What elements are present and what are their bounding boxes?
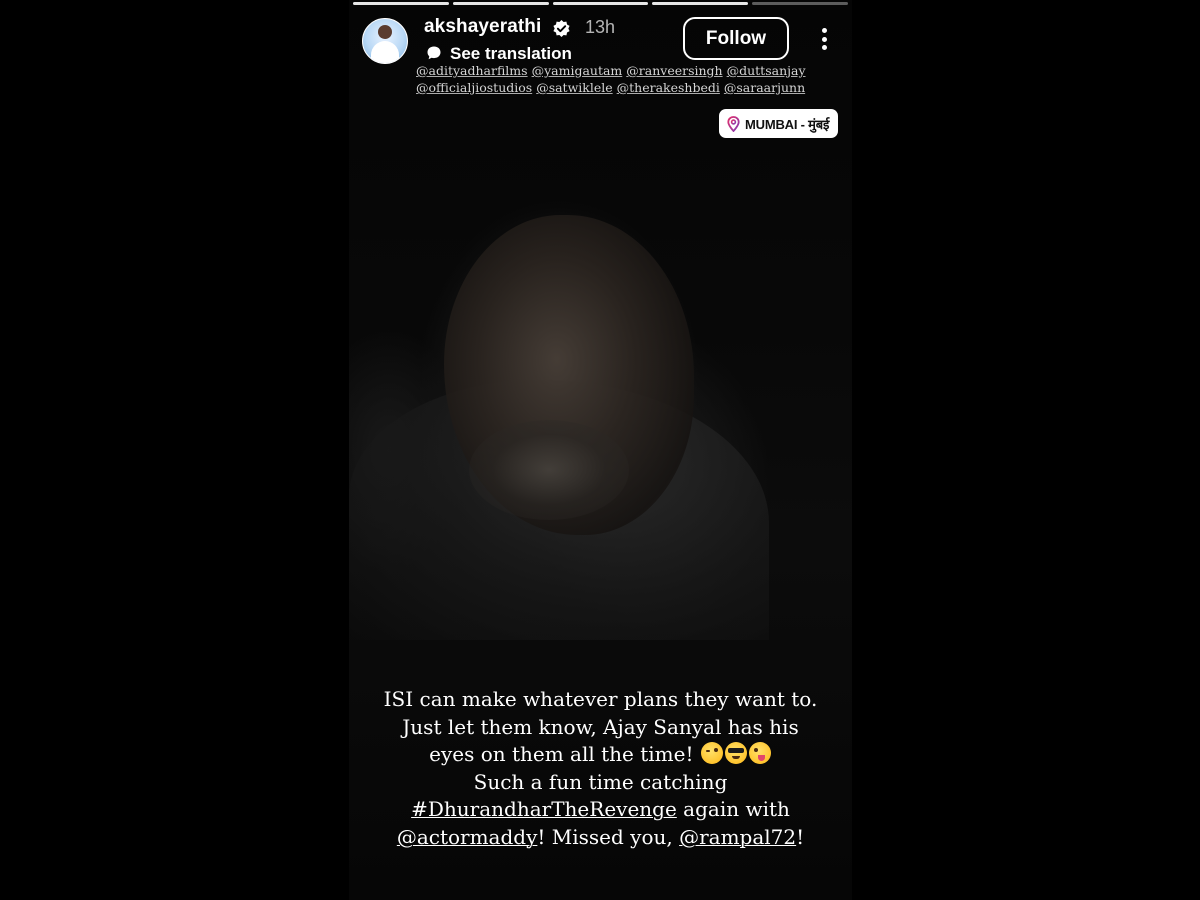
- progress-segment: [353, 2, 449, 5]
- mention-link[interactable]: @rampal72: [679, 825, 796, 849]
- photo-beard-shade: [469, 420, 629, 520]
- caption-line: ISI can make whatever plans they want to…: [383, 687, 818, 711]
- avatar-body: [371, 41, 399, 63]
- avatar[interactable]: [362, 18, 408, 64]
- mention-link[interactable]: @adityadharfilms: [416, 63, 528, 78]
- mention-link[interactable]: @ranveersingh: [626, 63, 722, 78]
- see-translation-link[interactable]: See translation: [450, 44, 572, 64]
- story-progress-bar: [353, 2, 848, 5]
- progress-segment: [652, 2, 749, 5]
- mention-link[interactable]: @actormaddy: [397, 825, 538, 849]
- location-pin-icon: [727, 115, 740, 132]
- caption-line: eyes on them all the time!: [349, 741, 852, 769]
- avatar-head: [378, 25, 392, 39]
- speech-bubble-icon: [427, 46, 441, 60]
- more-dot: [822, 28, 827, 33]
- post-time: 13h: [585, 17, 616, 37]
- story-caption: ISI can make whatever plans they want to…: [349, 686, 852, 852]
- mention-link[interactable]: @satwiklele: [536, 80, 612, 95]
- caption-text: eyes on them all the time!: [429, 742, 694, 767]
- location-sticker[interactable]: MUMBAI - मुंबई: [719, 109, 839, 138]
- mention-link[interactable]: @saraarjunn: [724, 80, 805, 95]
- mentions-row: @adityadharfilms @yamigautam @ranveersingh…: [416, 62, 816, 79]
- hashtag-link[interactable]: #DhurandharTheRevenge: [411, 797, 677, 821]
- more-dot: [822, 45, 827, 50]
- mention-link[interactable]: @yamigautam: [532, 63, 623, 78]
- winking-tongue-emoji-icon: [748, 742, 771, 765]
- username[interactable]: akshayerathi: [424, 16, 541, 38]
- screen: akshayerathi 13h See translation Follow …: [0, 0, 1200, 900]
- story-viewer[interactable]: akshayerathi 13h See translation Follow …: [349, 0, 852, 900]
- mention-link[interactable]: @therakeshbedi: [617, 80, 720, 95]
- more-options-icon[interactable]: [813, 25, 837, 53]
- location-label: MUMBAI - मुंबई: [745, 116, 830, 132]
- caption-line: #DhurandharTheRevenge again with: [349, 796, 852, 824]
- follow-button[interactable]: Follow: [683, 17, 789, 60]
- caption-line: Such a fun time catching: [473, 769, 728, 794]
- sunglasses-emoji-icon: [724, 742, 747, 765]
- caption-line: Just let them know, Ajay Sanyal has his: [402, 714, 799, 739]
- mention-link[interactable]: @duttsanjay: [727, 63, 806, 78]
- mention-link[interactable]: @officialjiostudios: [416, 80, 532, 95]
- verified-badge-icon: [553, 19, 570, 38]
- caption-text: !: [796, 824, 805, 849]
- caption-text: again with: [676, 797, 790, 822]
- progress-segment: [752, 2, 848, 5]
- more-dot: [822, 36, 827, 42]
- mentions-list: @adityadharfilms @yamigautam @ranveersingh…: [416, 62, 816, 96]
- caption-line: @actormaddy! Missed you, @rampal72!: [349, 824, 852, 852]
- progress-segment: [452, 2, 549, 5]
- mentions-row: @officialjiostudios @satwiklele @therakesh…: [416, 79, 816, 96]
- caption-text: ! Missed you,: [537, 824, 680, 849]
- wink-emoji-icon: [700, 742, 723, 765]
- progress-segment: [552, 2, 649, 5]
